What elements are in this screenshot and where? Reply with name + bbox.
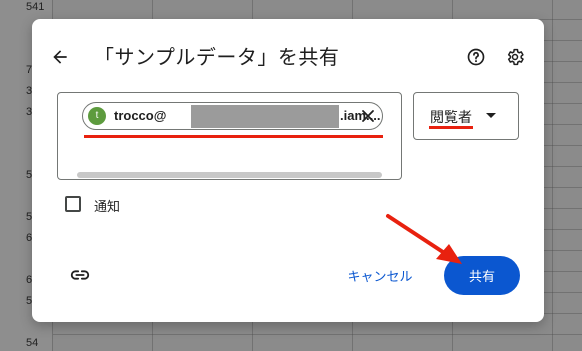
share-dialog: 「サンプルデータ」を共有 t trocco@ .iam.... 閲覧者 通知 キ… [32, 19, 544, 322]
role-dropdown[interactable]: 閲覧者 [413, 92, 519, 140]
close-icon [362, 110, 374, 122]
row-number: 541 [26, 1, 45, 13]
chip-remove-button[interactable] [360, 108, 376, 124]
arrow-back-icon [53, 50, 67, 64]
gear-icon [507, 48, 524, 66]
recipient-chip[interactable]: t trocco@ .iam.... [82, 102, 383, 130]
link-icon [70, 270, 90, 280]
chip-email-prefix: trocco@ [114, 108, 167, 123]
annotation-underline [429, 126, 473, 129]
copy-link-button[interactable] [68, 263, 92, 287]
back-button[interactable] [46, 43, 74, 71]
notify-label: 通知 [94, 200, 121, 215]
help-button[interactable] [464, 45, 488, 69]
cancel-button[interactable]: キャンセル [337, 257, 423, 293]
row-number: 54 [26, 337, 39, 349]
recipients-input[interactable]: t trocco@ .iam.... [57, 92, 402, 180]
settings-button[interactable] [503, 45, 527, 69]
notify-checkbox[interactable] [65, 196, 81, 212]
annotation-underline [84, 135, 383, 138]
share-button[interactable]: 共有 [444, 256, 520, 295]
avatar: t [88, 107, 106, 125]
redaction-block [191, 105, 339, 128]
chevron-down-icon [486, 113, 496, 118]
role-selected-label: 閲覧者 [430, 110, 472, 126]
horizontal-scrollbar[interactable] [77, 172, 382, 178]
dialog-title: 「サンプルデータ」を共有 [94, 45, 340, 69]
help-circle-icon [467, 48, 485, 66]
